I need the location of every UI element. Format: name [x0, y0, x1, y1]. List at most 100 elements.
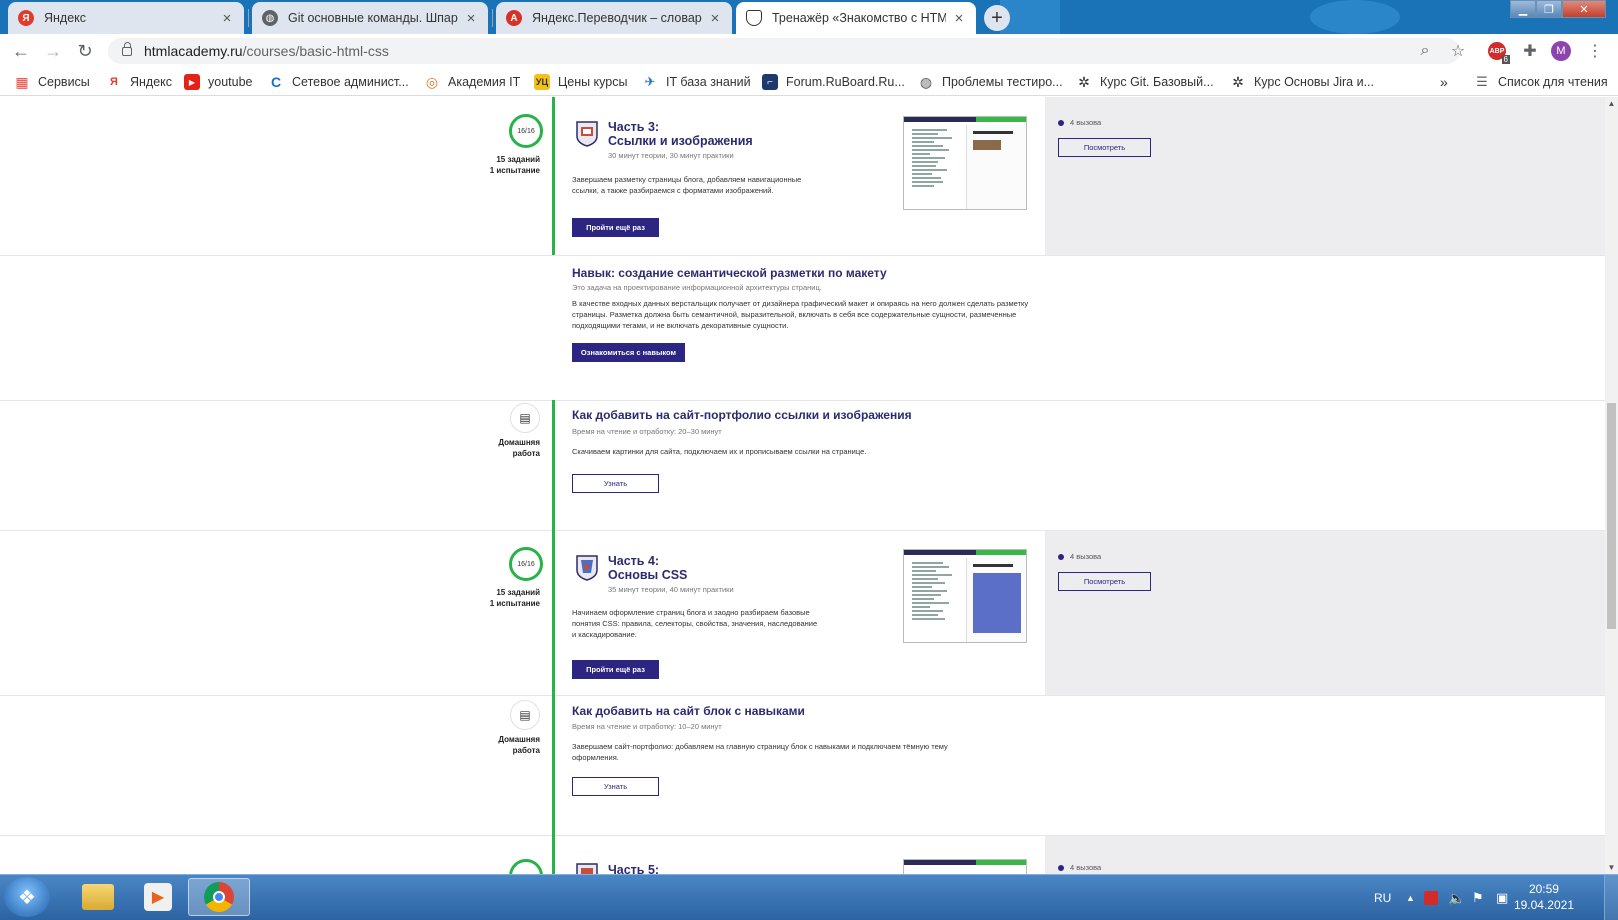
bookmark-label: youtube	[208, 75, 253, 89]
bookmark-git-course[interactable]: ✲ Курс Git. Базовый...	[1076, 73, 1213, 90]
antivirus-tray-icon[interactable]	[1424, 875, 1438, 920]
bookmark-it-kb[interactable]: ✈ IT база знаний	[642, 74, 751, 90]
meta-line: Домашняя	[498, 735, 540, 744]
tab-close-icon[interactable]: ×	[464, 10, 478, 27]
scroll-up-icon[interactable]: ▲	[1605, 97, 1618, 110]
course-shield-icon	[576, 121, 598, 147]
more-bookmarks-button[interactable]: »	[1440, 74, 1448, 90]
folder-icon	[82, 884, 114, 910]
reload-button[interactable]: ↻	[74, 40, 96, 62]
explorer-taskbar-button[interactable]	[70, 878, 126, 916]
tab-git-commands[interactable]: ◍ Git основные команды. Шпарга ×	[252, 2, 488, 34]
bookmark-yandex[interactable]: Я Яндекс	[106, 74, 172, 90]
tab-htmlacademy[interactable]: Тренажёр «Знакомство с HTML ×	[736, 2, 976, 34]
show-desktop-button[interactable]	[1604, 875, 1618, 920]
youtube-icon: ▶	[184, 74, 200, 90]
calls-dot-icon	[1058, 864, 1064, 871]
system-clock[interactable]: 20:59 19.04.2021	[1514, 881, 1574, 913]
part-name: Ссылки и изображения	[608, 134, 753, 148]
homework2-duration: Время на чтение и отработку: 10–20 минут	[572, 722, 722, 731]
part5-title: Часть 5:	[608, 863, 660, 874]
tab-yandex-translate[interactable]: A Яндекс.Переводчик – словарь и ×	[496, 2, 732, 34]
learn-homework1-button[interactable]: Узнать	[572, 474, 659, 493]
bookmark-label: IT база знаний	[666, 75, 751, 89]
tab-separator	[248, 9, 249, 27]
lock-icon	[122, 41, 132, 56]
scroll-down-icon[interactable]: ▼	[1605, 861, 1618, 874]
maximize-button[interactable]: ❐	[1536, 0, 1562, 18]
tray-expand-icon[interactable]: ▲	[1406, 875, 1415, 920]
adblock-extension-icon[interactable]: ABP 6	[1486, 40, 1510, 64]
network-icon[interactable]: ▣	[1496, 875, 1508, 920]
part4-duration: 35 минут теории, 40 минут практики	[608, 585, 734, 594]
bookmark-prices[interactable]: УЦ Цены курсы	[534, 74, 627, 90]
learn-homework2-button[interactable]: Узнать	[572, 777, 659, 796]
profile-avatar[interactable]: M	[1550, 40, 1572, 62]
homework-book-icon: ▤	[510, 403, 540, 433]
start-button[interactable]: ❖	[4, 877, 50, 917]
new-tab-button[interactable]: +	[984, 5, 1010, 31]
view-part4-button[interactable]: Посмотреть	[1058, 572, 1151, 591]
volume-icon[interactable]: 🔈	[1448, 875, 1465, 920]
tab-close-icon[interactable]: ×	[952, 10, 966, 27]
bookmark-forum[interactable]: ⌐ Forum.RuBoard.Ru...	[762, 74, 905, 90]
media-player-taskbar-button[interactable]: ▶	[130, 878, 186, 916]
academy-icon: ◎	[425, 73, 439, 90]
scrollbar-thumb[interactable]	[1607, 403, 1616, 629]
minimize-button[interactable]: ▁	[1510, 0, 1536, 18]
part4-title: Часть 4: Основы CSS	[608, 554, 687, 582]
globe-icon: ◍	[919, 73, 933, 90]
yandex-translate-icon: A	[506, 10, 522, 26]
retry-part4-button[interactable]: Пройти ещё раз	[572, 660, 659, 679]
part4-description: Начинаем оформление страниц блога и заод…	[572, 608, 818, 639]
bookmark-youtube[interactable]: ▶ youtube	[184, 74, 252, 90]
action-center-flag-icon[interactable]: ⚑	[1472, 875, 1484, 920]
forward-button[interactable]: →	[42, 40, 64, 62]
back-button[interactable]: ←	[10, 40, 32, 62]
progress-label: 16/16	[517, 560, 535, 568]
open-skill-button[interactable]: Ознакомиться с навыком	[572, 343, 685, 362]
skill-title: Навык: создание семантической разметки п…	[572, 266, 887, 280]
page-scrollbar[interactable]: ▲ ▼	[1605, 97, 1618, 874]
part3-calls: 4 вызова	[1058, 118, 1101, 127]
bookmark-testing[interactable]: ◍ Проблемы тестиро...	[918, 74, 1063, 90]
reading-list-button[interactable]: ☰ Список для чтения	[1474, 74, 1607, 90]
bookmark-label: Проблемы тестиро...	[942, 75, 1063, 89]
zoom-search-icon[interactable]: ⌕	[1414, 40, 1436, 62]
tab-title: Git основные команды. Шпарга	[288, 11, 458, 25]
bookmark-network-admin[interactable]: C Сетевое админист...	[268, 74, 409, 90]
bookmark-services[interactable]: ▦ Сервисы	[14, 74, 89, 90]
bookmark-star-icon[interactable]: ☆	[1447, 40, 1469, 62]
retry-part3-button[interactable]: Пройти ещё раз	[572, 218, 659, 237]
browser-tab-bar: Я Яндекс × ◍ Git основные команды. Шпарг…	[0, 0, 1618, 34]
globe-icon: ◍	[262, 10, 278, 26]
window-close-button[interactable]: ✕	[1562, 0, 1606, 18]
progress-circle: 16/16	[509, 547, 543, 581]
calls-label: 4 вызова	[1070, 552, 1102, 561]
view-part3-button[interactable]: Посмотреть	[1058, 138, 1151, 157]
openai-like-icon: ✲	[1078, 73, 1090, 90]
tab-title: Тренажёр «Знакомство с HTML	[772, 11, 946, 25]
meta-line: Домашняя	[498, 438, 540, 447]
part5-calls: 4 вызова	[1058, 863, 1101, 872]
language-indicator[interactable]: RU	[1374, 875, 1391, 920]
part3-meta: 15 заданий 1 испытание	[480, 154, 540, 176]
homework1-title: Как добавить на сайт-портфолио ссылки и …	[572, 408, 912, 422]
part4-calls: 4 вызова	[1058, 552, 1101, 561]
part4-side-panel	[1045, 531, 1605, 695]
course-shield-icon	[576, 555, 598, 581]
menu-kebab-icon[interactable]: ⋮	[1584, 40, 1606, 62]
bookmark-jira-course[interactable]: ✲ Курс Основы Jira и...	[1230, 74, 1374, 90]
part-number: Часть 4:	[608, 554, 660, 568]
chrome-taskbar-button[interactable]	[188, 878, 250, 916]
tab-yandex[interactable]: Я Яндекс ×	[8, 2, 244, 34]
kb-icon: ✈	[644, 74, 656, 89]
tab-close-icon[interactable]: ×	[708, 10, 722, 27]
language-label: RU	[1374, 891, 1392, 905]
tab-close-icon[interactable]: ×	[220, 10, 234, 27]
address-bar[interactable]: htmlacademy.ru/courses/basic-html-css	[108, 38, 1460, 64]
bookmark-academy-it[interactable]: ◎ Академия IT	[424, 74, 520, 90]
window-background	[1310, 0, 1400, 34]
extensions-puzzle-icon[interactable]: ✚	[1519, 40, 1541, 62]
homework1-meta: Домашняя работа	[480, 437, 540, 459]
